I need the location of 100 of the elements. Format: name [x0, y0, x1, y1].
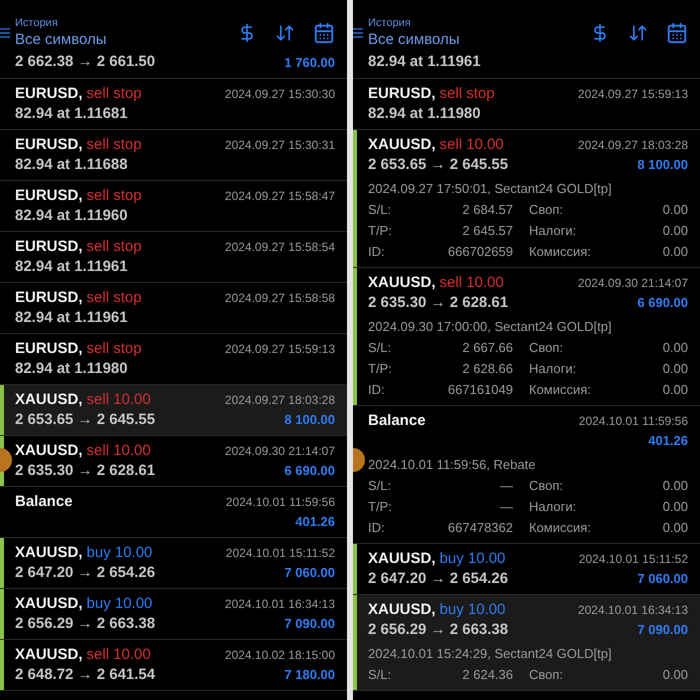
menu-icon[interactable]: [0, 26, 12, 40]
row-time: 2024.09.27 18:03:28: [578, 137, 688, 154]
symbol-label: EURUSD,: [15, 288, 83, 308]
sort-icon[interactable]: [275, 23, 295, 43]
menu-icon[interactable]: [353, 26, 365, 40]
price-line: 2 648.72 → 2 641.54: [15, 665, 156, 685]
history-row[interactable]: XAUUSD, buy 10.00 2024.10.01 15:11:52 2 647.20 → 2 654.26 7 060.00: [353, 544, 700, 595]
field-value: 0.00: [662, 498, 688, 516]
symbol-label: XAUUSD,: [15, 390, 83, 410]
field-label: Своп:: [528, 201, 564, 219]
sort-icon[interactable]: [628, 23, 648, 43]
symbol-label: EURUSD,: [15, 84, 83, 104]
price-line: 2 635.30 → 2 628.61: [15, 461, 156, 481]
symbol-label: EURUSD,: [15, 237, 83, 257]
field-label: Комиссия:: [528, 519, 592, 537]
order-type: sell stop: [86, 237, 142, 257]
profit-amount: 6 690.00: [284, 462, 335, 480]
field-value: 2 624.36: [461, 666, 513, 684]
row-time: 2024.10.01 11:59:56: [578, 413, 688, 430]
screen-subtitle: История: [15, 16, 59, 30]
field-label: S/L:: [368, 666, 392, 684]
field-value: —: [499, 477, 513, 495]
symbol-label: XAUUSD,: [368, 549, 436, 569]
row-time: 2024.09.27 15:59:13: [578, 86, 688, 103]
history-row[interactable]: XAUUSD, sell 10.00 2024.09.30 21:14:07 2 635.30 → 2 628.61 6 690.00 2024.09.30 17:00:00, Sectant24 GOLD[tp] S/L: 2 667.66 Своп: 0.00 T/P: 2 628.66 Налоги: 0.00 ID: 667161049 Комиссия: 0.00: [353, 268, 700, 406]
field-label: Своп:: [528, 477, 564, 495]
calendar-icon[interactable]: [313, 22, 335, 44]
row-time: 2024.09.27 18:03:28: [224, 392, 335, 409]
row-time: 2024.09.30 21:14:07: [578, 275, 688, 292]
row-time: 2024.09.27 15:58:54: [224, 239, 335, 256]
history-row[interactable]: XAUUSD, buy 10.00 2024.10.01 16:34:13 2 656.29 → 2 663.38 7 090.00 2024.10.01 15:24:29, Sectant24 GOLD[tp] S/L: 2 624.36 Своп: 0.00: [353, 595, 700, 691]
field-label: Налоги:: [528, 360, 578, 378]
order-type: sell stop: [86, 84, 142, 104]
profit-amount: 8 100.00: [637, 156, 688, 174]
symbol-label: XAUUSD,: [368, 135, 436, 155]
profit-amount: 8 100.00: [284, 411, 335, 429]
symbol-label: XAUUSD,: [15, 543, 83, 563]
field-label: S/L:: [368, 477, 392, 495]
history-row[interactable]: XAUUSD, sell 10.00 2024.10.02 18:15:00 2 648.72 → 2 641.54 7 180.00: [0, 640, 347, 691]
row-time: 2024.09.27 15:59:13: [224, 341, 335, 358]
row-time: 2024.10.01 16:34:13: [224, 596, 335, 613]
order-type: sell stop: [86, 135, 142, 155]
order-type: buy 10.00: [86, 543, 152, 563]
price-line: 2 653.65 → 2 645.55: [15, 410, 156, 430]
field-value: 0.00: [662, 477, 688, 495]
order-type: sell 10.00: [86, 441, 151, 461]
screen-subtitle: История: [368, 16, 412, 30]
history-row[interactable]: XAUUSD, sell 10.00 2024.09.30 21:14:07 2 635.30 → 2 628.61 6 690.00: [0, 436, 347, 487]
field-label: S/L:: [368, 339, 392, 357]
order-type: buy 10.00: [86, 594, 152, 614]
history-row[interactable]: XAUUSD, buy 10.00 2024.10.01 16:34:13 2 656.29 → 2 663.38 7 090.00: [0, 589, 347, 640]
profit-amount: 401.26: [295, 513, 335, 531]
symbol-label: Balance: [15, 492, 73, 512]
field-value: 2 645.57: [461, 222, 513, 240]
price-line: 2 656.29 → 2 663.38: [15, 614, 156, 634]
row-time: 2024.10.01 16:34:13: [578, 602, 688, 619]
price-line: 2 647.20 → 2 654.26: [368, 569, 508, 589]
field-label: Налоги:: [528, 498, 578, 516]
order-type: sell 10.00: [440, 135, 504, 155]
order-type: sell stop: [86, 288, 142, 308]
price-line: 2 656.29 → 2 663.38: [368, 620, 508, 640]
row-time: 2024.10.02 18:15:00: [224, 647, 335, 664]
screen-title[interactable]: Все символы: [368, 30, 460, 50]
order-type: sell stop: [440, 84, 495, 104]
field-value: 0.00: [662, 666, 688, 684]
symbol-label: EURUSD,: [15, 186, 83, 206]
screen-title[interactable]: Все символы: [15, 30, 107, 50]
field-value: 0.00: [662, 201, 688, 219]
order-type: sell stop: [86, 339, 142, 359]
price-line: 2 647.20 → 2 654.26: [15, 563, 156, 583]
profit-amount: 7 180.00: [284, 666, 335, 684]
field-label: Своп:: [528, 339, 564, 357]
order-type: sell 10.00: [86, 645, 151, 665]
row-time: 2024.09.30 21:14:07: [224, 443, 335, 460]
field-value: 0.00: [662, 360, 688, 378]
history-row[interactable]: XAUUSD, sell 10.00 2024.09.27 18:03:28 2 653.65 → 2 645.55 8 100.00 2024.09.27 17:50:01, Sectant24 GOLD[tp] S/L: 2 684.57 Своп: 0.00 T/P: 2 645.57 Налоги: 0.00 ID: 666702659 Комиссия: 0.00: [353, 130, 700, 268]
history-row[interactable]: XAUUSD, sell 10.00 2024.09.27 18:03:28 2 653.65 → 2 645.55 8 100.00: [0, 385, 347, 436]
field-value: 2 628.66: [461, 360, 513, 378]
field-value: 0.00: [662, 381, 688, 399]
field-value: 2 684.57: [461, 201, 513, 219]
field-value: 0.00: [662, 243, 688, 261]
deal-comment: 2024.10.01 11:59:56, Rebate: [368, 456, 536, 474]
price-line: 82.94 at 1.11961: [15, 257, 128, 277]
symbol-label: XAUUSD,: [15, 594, 83, 614]
symbol-label: XAUUSD,: [368, 273, 436, 293]
field-value: —: [499, 498, 513, 516]
field-label: T/P:: [368, 222, 393, 240]
deal-comment: 2024.10.01 15:24:29, Sectant24 GOLD[tp]: [368, 645, 613, 663]
field-label: T/P:: [368, 360, 393, 378]
order-type: sell stop: [86, 186, 142, 206]
price-line: 82.94 at 1.11681: [15, 104, 128, 124]
field-label: T/P:: [368, 498, 393, 516]
row-time: 2024.09.27 15:30:30: [224, 86, 335, 103]
calendar-icon[interactable]: [666, 22, 688, 44]
profit-amount: 6 690.00: [637, 294, 688, 312]
field-label: Своп:: [528, 666, 564, 684]
field-label: ID:: [368, 243, 386, 261]
profit-amount: 1 760.00: [284, 54, 335, 72]
price-line: 82.94 at 1.11961: [15, 308, 128, 328]
history-row[interactable]: XAUUSD, buy 10.00 2024.10.01 15:11:52 2 647.20 → 2 654.26 7 060.00: [0, 538, 347, 589]
